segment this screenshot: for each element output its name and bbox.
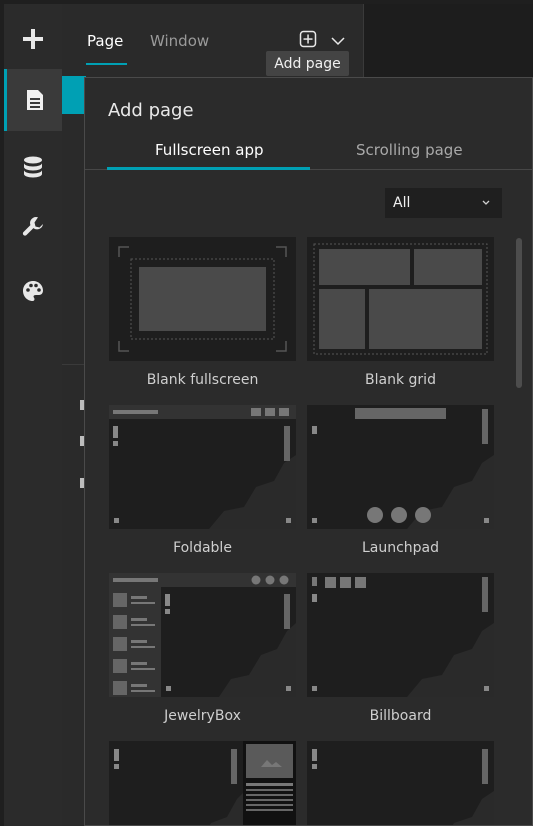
tab-scrolling-page[interactable]: Scrolling page [356, 141, 463, 159]
template-label: Blank fullscreen [146, 372, 259, 388]
left-rail [4, 4, 62, 826]
launchpad-thumbnail [312, 408, 494, 529]
add-page-dropdown[interactable] [330, 32, 346, 51]
template-label: Foldable [173, 540, 232, 556]
foldable-thumbnail [109, 405, 296, 529]
billboard-thumbnail [312, 577, 494, 697]
plus-icon [23, 29, 43, 49]
tab-page-indicator [86, 63, 127, 65]
pages-button[interactable] [4, 69, 62, 131]
tools-button[interactable] [4, 196, 62, 258]
template-blank-fullscreen[interactable] [109, 237, 296, 361]
chevron-down-icon [331, 37, 345, 46]
template-billboard[interactable] [307, 573, 494, 697]
add-button[interactable] [4, 8, 62, 70]
template-label: JewelryBox [164, 708, 241, 724]
wrench-icon [22, 216, 43, 236]
add-page-tooltip: Add page [266, 51, 349, 76]
data-button[interactable] [4, 136, 62, 198]
panel-divider [62, 364, 86, 365]
tab-fullscreen-app[interactable]: Fullscreen app [155, 141, 264, 159]
tab-page[interactable]: Page [87, 32, 123, 50]
palette-icon [23, 281, 43, 301]
scrollbar[interactable] [516, 238, 522, 388]
jewelrybox-thumbnail [109, 573, 296, 697]
selected-page-row[interactable] [62, 76, 86, 114]
add-page-popup: Add page Fullscreen app Scrolling page A… [84, 77, 533, 826]
template-label: Billboard [369, 708, 432, 724]
template-item[interactable] [109, 741, 296, 825]
page-icon [26, 90, 43, 110]
chevron-down-icon [482, 200, 490, 205]
template-thumbnail [114, 741, 296, 825]
tab-active-indicator [107, 167, 310, 170]
tab-window[interactable]: Window [150, 32, 209, 50]
blank-grid-thumbnail [313, 243, 488, 355]
blank-fullscreen-thumbnail [118, 246, 287, 352]
database-icon [24, 156, 42, 178]
template-jewelrybox[interactable] [109, 573, 296, 697]
template-blank-grid[interactable] [307, 237, 494, 361]
template-label: Launchpad [361, 540, 440, 556]
popup-title: Add page [108, 100, 194, 121]
filter-value: All [393, 195, 411, 211]
add-page-button[interactable] [299, 30, 317, 52]
theme-button[interactable] [4, 260, 62, 322]
template-thumbnail [312, 749, 494, 825]
template-item[interactable] [307, 741, 494, 825]
add-page-icon [299, 30, 317, 48]
template-filter-select[interactable]: All [385, 188, 502, 218]
template-label: Blank grid [365, 372, 436, 388]
template-launchpad[interactable] [307, 405, 494, 529]
template-foldable[interactable] [109, 405, 296, 529]
